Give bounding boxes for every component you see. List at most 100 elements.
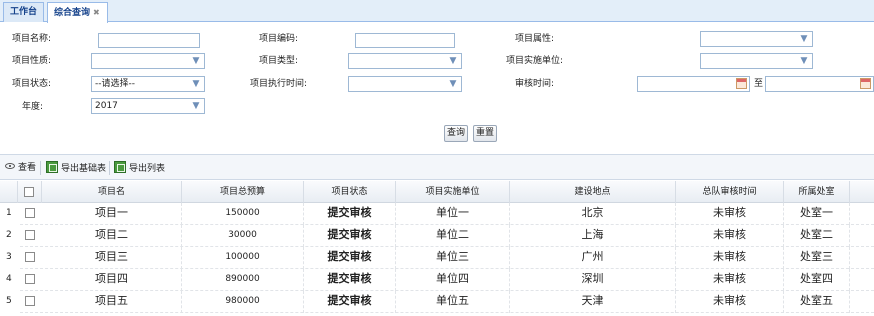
table-row[interactable]: 5 项目五 980000 提交审核 单位五 天津 未审核 处室五	[0, 291, 874, 313]
cell-budget: 100000	[182, 247, 304, 269]
header-location[interactable]: 建设地点	[510, 181, 676, 203]
tab-workbench-label: 工作台	[10, 7, 38, 17]
project-nature-select[interactable]: ▼	[91, 53, 205, 69]
table-row[interactable]: 3 项目三 100000 提交审核 单位三 广州 未审核 处室三	[0, 247, 874, 269]
excel-export-icon	[46, 161, 58, 173]
cell-location: 上海	[510, 225, 676, 247]
project-status-value: --请选择--	[95, 79, 135, 89]
cell-project-name: 项目三	[42, 247, 182, 269]
header-budget[interactable]: 项目总预算	[182, 181, 304, 203]
cell-review-time: 未审核	[676, 269, 784, 291]
header-review-time[interactable]: 总队审核时间	[676, 181, 784, 203]
cell-project-name: 项目四	[42, 269, 182, 291]
table-row[interactable]: 1 项目一 150000 提交审核 单位一 北京 未审核 处室一	[0, 203, 874, 225]
tab-workbench[interactable]: 工作台	[3, 2, 44, 22]
review-time-from-input[interactable]	[637, 76, 750, 92]
project-code-input[interactable]	[355, 33, 455, 48]
project-attr-select[interactable]: ▼	[700, 31, 813, 47]
row-number: 5	[0, 291, 18, 313]
chevron-down-icon: ▼	[449, 79, 457, 89]
cell-dept: 处室一	[784, 203, 850, 225]
row-checkbox[interactable]	[25, 252, 35, 262]
cell-status: 提交审核	[304, 269, 396, 291]
cell-project-name: 项目二	[42, 225, 182, 247]
query-button[interactable]: 查询	[444, 125, 468, 142]
header-rownum	[0, 181, 18, 203]
calendar-icon[interactable]	[736, 78, 747, 89]
chevron-down-icon: ▼	[192, 101, 200, 111]
project-status-label: 项目状态:	[12, 79, 52, 89]
cell-dept: 处室二	[784, 225, 850, 247]
chevron-down-icon: ▼	[192, 56, 200, 66]
cell-project-name: 项目一	[42, 203, 182, 225]
cell-location: 广州	[510, 247, 676, 269]
project-code-label: 项目编码:	[259, 34, 299, 44]
cell-impl-unit: 单位二	[396, 225, 510, 247]
excel-export-icon	[114, 161, 126, 173]
cell-status: 提交审核	[304, 291, 396, 313]
cell-impl-unit: 单位五	[396, 291, 510, 313]
row-checkbox[interactable]	[25, 274, 35, 284]
grid-header: 项目名 项目总预算 项目状态 项目实施单位 建设地点 总队审核时间 所属处室	[0, 181, 874, 203]
tab-comprehensive-query-label: 综合查询	[54, 8, 91, 18]
project-name-input[interactable]	[98, 33, 200, 48]
export-base-button[interactable]: 导出基础表	[46, 161, 106, 175]
year-select[interactable]: 2017 ▼	[91, 98, 205, 114]
eye-icon	[5, 163, 15, 169]
header-status[interactable]: 项目状态	[304, 181, 396, 203]
row-checkbox[interactable]	[25, 296, 35, 306]
row-checkbox[interactable]	[25, 230, 35, 240]
header-dept[interactable]: 所属处室	[784, 181, 850, 203]
cell-project-name: 项目五	[42, 291, 182, 313]
view-label: 查看	[18, 163, 37, 173]
grid-toolbar: 查看 导出基础表 导出列表	[0, 154, 874, 180]
year-value: 2017	[95, 101, 118, 111]
reset-button[interactable]: 重置	[473, 125, 497, 142]
chevron-down-icon: ▼	[449, 56, 457, 66]
project-type-label: 项目类型:	[259, 56, 299, 66]
cell-status: 提交审核	[304, 203, 396, 225]
chevron-down-icon: ▼	[800, 34, 808, 44]
toolbar-divider	[109, 161, 110, 175]
calendar-icon[interactable]	[860, 78, 871, 89]
impl-unit-label: 项目实施单位:	[506, 56, 564, 66]
cell-dept: 处室三	[784, 247, 850, 269]
review-time-to-input[interactable]	[765, 76, 874, 92]
view-button[interactable]: 查看	[5, 161, 36, 175]
chevron-down-icon: ▼	[192, 79, 200, 89]
result-grid: 项目名 项目总预算 项目状态 项目实施单位 建设地点 总队审核时间 所属处室 1…	[0, 181, 874, 316]
cell-review-time: 未审核	[676, 291, 784, 313]
tab-comprehensive-query[interactable]: 综合查询 ✖	[47, 2, 108, 23]
cell-budget: 30000	[182, 225, 304, 247]
row-checkbox[interactable]	[25, 208, 35, 218]
cell-location: 深圳	[510, 269, 676, 291]
project-type-select[interactable]: ▼	[348, 53, 462, 69]
project-attr-label: 项目属性:	[515, 34, 555, 44]
header-impl-unit[interactable]: 项目实施单位	[396, 181, 510, 203]
export-list-button[interactable]: 导出列表	[114, 161, 165, 175]
cell-review-time: 未审核	[676, 225, 784, 247]
impl-unit-select[interactable]: ▼	[700, 53, 813, 69]
row-number: 2	[0, 225, 18, 247]
cell-status: 提交审核	[304, 247, 396, 269]
cell-review-time: 未审核	[676, 203, 784, 225]
cell-budget: 890000	[182, 269, 304, 291]
cell-status: 提交审核	[304, 225, 396, 247]
exec-time-label: 项目执行时间:	[250, 79, 308, 89]
cell-location: 天津	[510, 291, 676, 313]
header-project-name[interactable]: 项目名	[42, 181, 182, 203]
table-row[interactable]: 2 项目二 30000 提交审核 单位二 上海 未审核 处室二	[0, 225, 874, 247]
cell-impl-unit: 单位三	[396, 247, 510, 269]
cell-budget: 150000	[182, 203, 304, 225]
exec-time-select[interactable]: ▼	[348, 76, 462, 92]
select-all-checkbox[interactable]	[24, 187, 34, 197]
review-time-to-label: 至	[754, 79, 764, 89]
export-list-label: 导出列表	[129, 164, 166, 174]
year-label: 年度:	[22, 102, 44, 112]
row-number: 1	[0, 203, 18, 225]
project-status-select[interactable]: --请选择-- ▼	[91, 76, 205, 92]
row-number: 4	[0, 269, 18, 291]
cell-location: 北京	[510, 203, 676, 225]
close-icon[interactable]: ✖	[93, 3, 100, 22]
table-row[interactable]: 4 项目四 890000 提交审核 单位四 深圳 未审核 处室四	[0, 269, 874, 291]
